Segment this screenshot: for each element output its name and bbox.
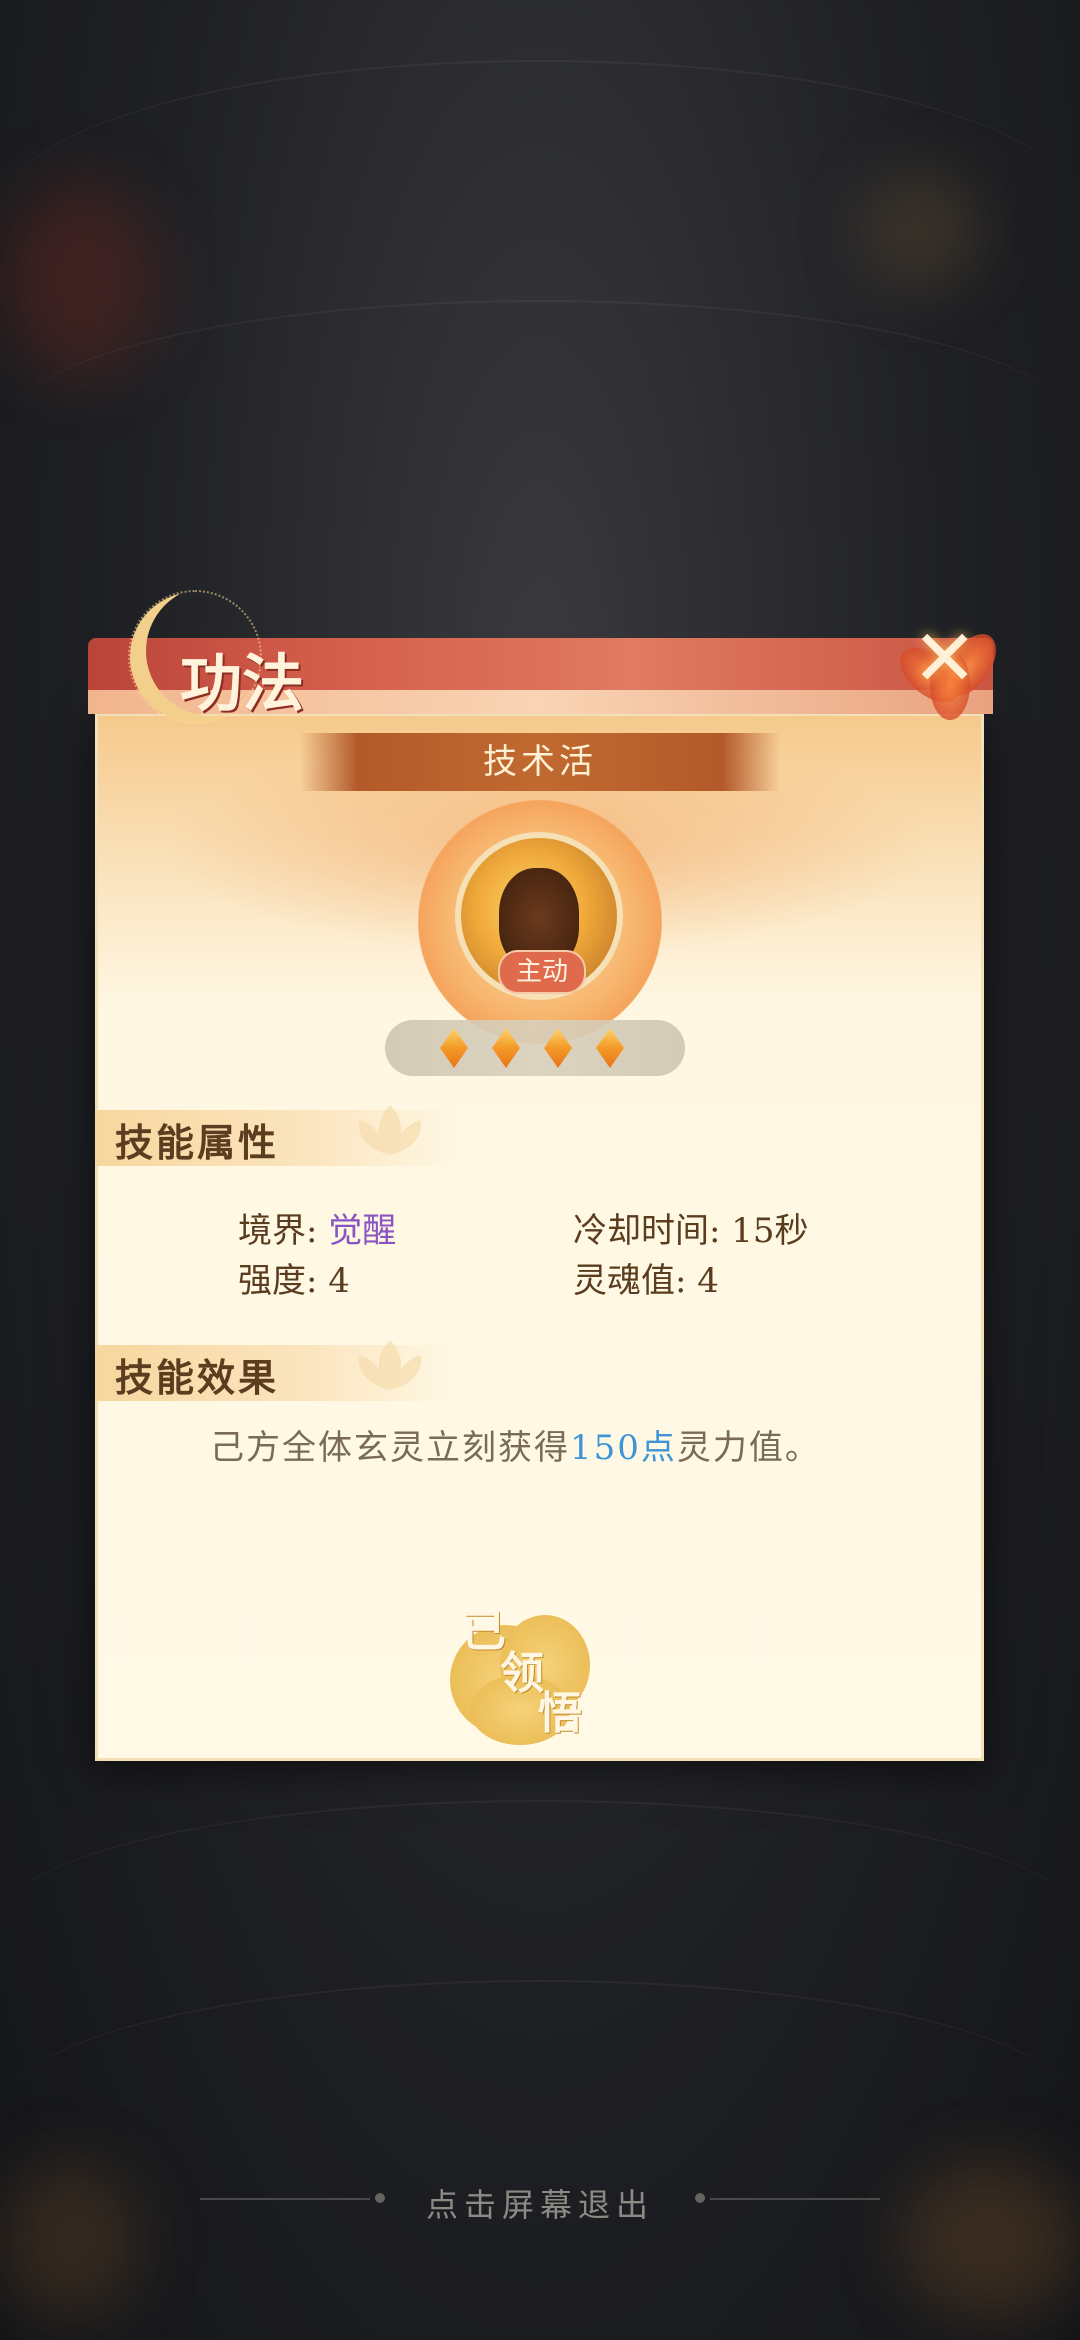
effect-text-after: 灵力值。 bbox=[676, 1428, 821, 1468]
attributes-title: 技能属性 bbox=[115, 1120, 280, 1165]
learned-stamp: 已 领 悟 bbox=[440, 1595, 610, 1745]
soul-value-attribute: 灵魂值: 4 bbox=[573, 1261, 719, 1301]
cooldown-attribute: 冷却时间: 15秒 bbox=[573, 1211, 809, 1251]
exit-hint[interactable]: 点击屏幕退出 bbox=[0, 2180, 1080, 2226]
level-bar bbox=[385, 1020, 685, 1076]
dialog-title: 功法 bbox=[180, 647, 305, 720]
lotus-icon bbox=[358, 1340, 422, 1390]
close-button[interactable]: ✕ bbox=[890, 610, 1010, 720]
effect-description: 己方全体玄灵立刻获得150点灵力值。 bbox=[210, 1420, 821, 1469]
lotus-icon bbox=[358, 1105, 422, 1155]
close-icon: ✕ bbox=[912, 614, 978, 704]
bg-wave bbox=[0, 300, 1080, 562]
effect-highlight: 150点 bbox=[570, 1428, 677, 1468]
realm-label: 境界: bbox=[238, 1211, 329, 1251]
strength-attribute: 强度: 4 bbox=[238, 1261, 350, 1301]
effect-text-before: 己方全体玄灵立刻获得 bbox=[210, 1428, 570, 1468]
realm-value: 觉醒 bbox=[328, 1211, 397, 1251]
skill-name: 技术活 bbox=[483, 742, 597, 782]
stamp-char: 悟 bbox=[538, 1688, 582, 1739]
realm-attribute: 境界: 觉醒 bbox=[238, 1203, 396, 1252]
effect-title: 技能效果 bbox=[115, 1355, 280, 1400]
skill-type-tag: 主动 bbox=[498, 950, 586, 994]
